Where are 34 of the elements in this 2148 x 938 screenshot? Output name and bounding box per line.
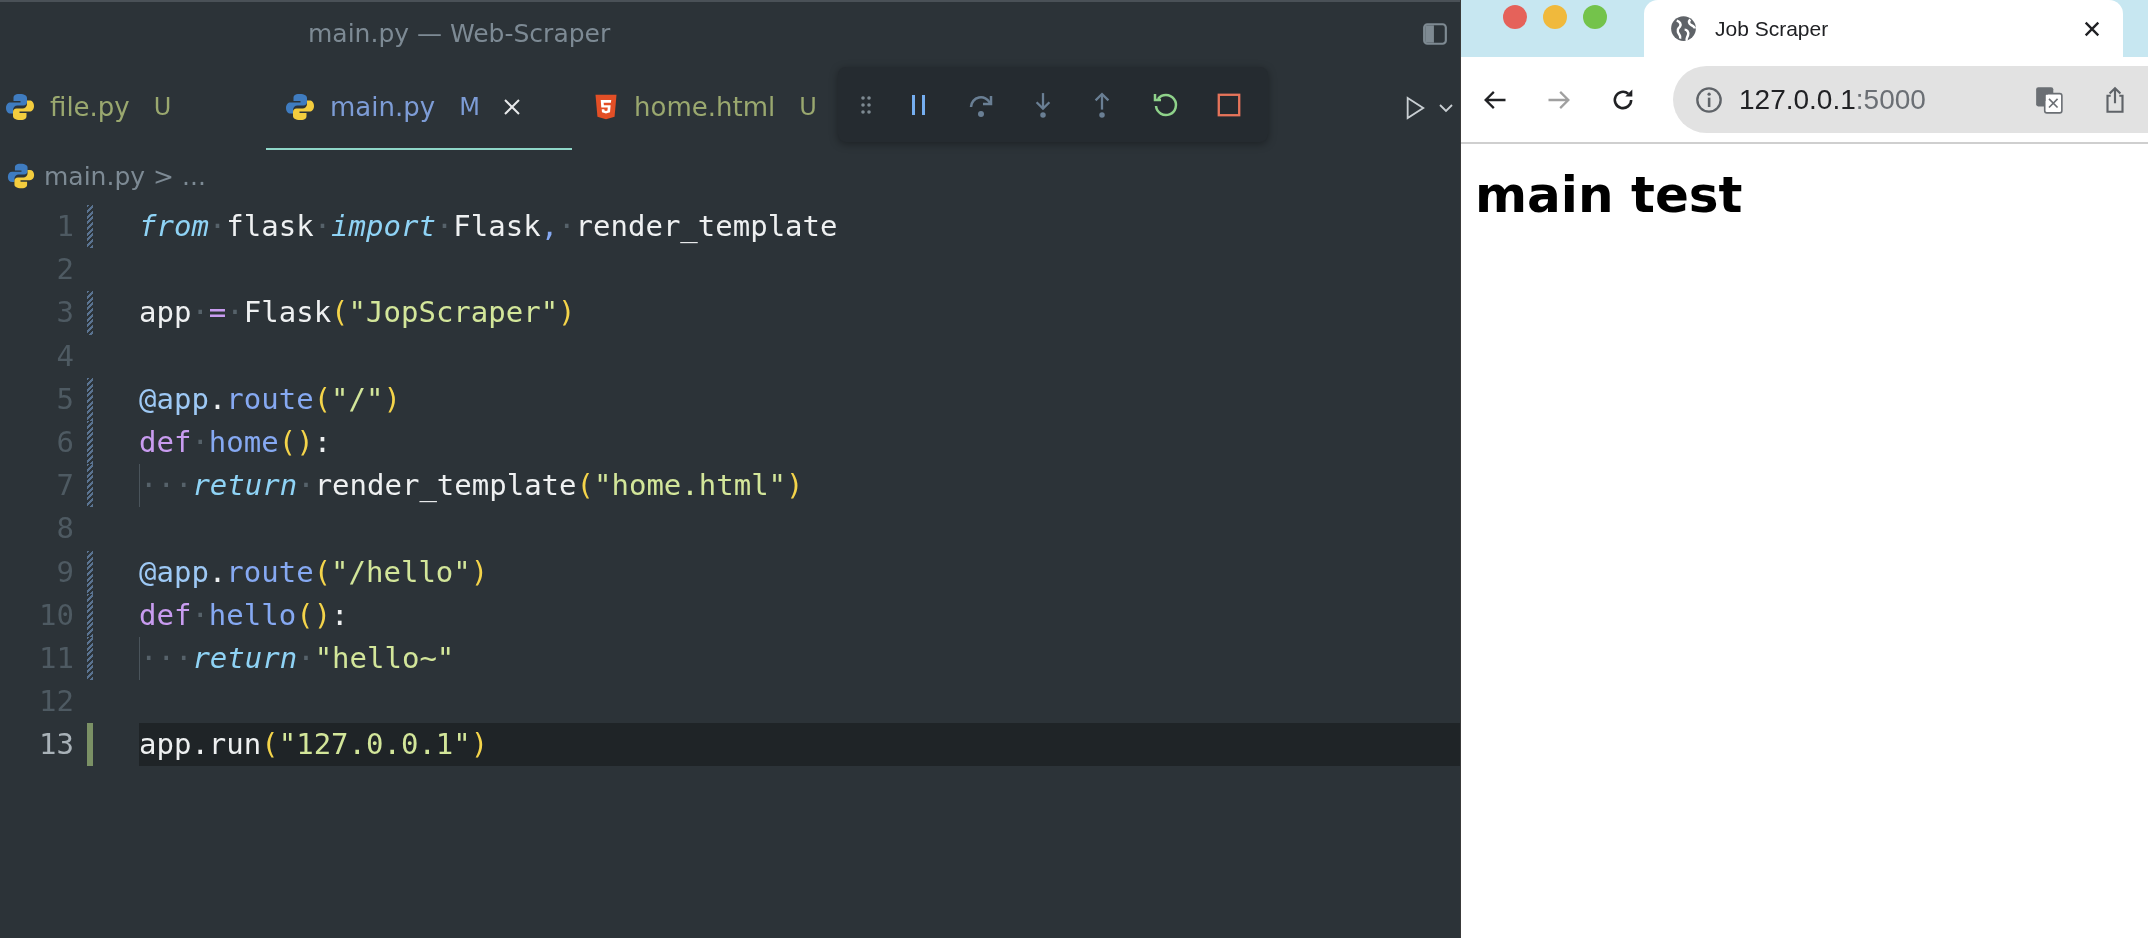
change-marker xyxy=(87,291,93,335)
close-icon[interactable] xyxy=(501,96,522,117)
code-line: ···return·render_template("home.html") xyxy=(139,464,804,508)
line-number: 13 xyxy=(38,726,74,764)
breadcrumb-item[interactable]: main.py xyxy=(44,161,146,191)
editor-tab[interactable]: file.py U xyxy=(0,65,252,150)
window-title: main.py — Web-Scraper xyxy=(308,19,611,48)
drag-handle-icon[interactable] xyxy=(860,94,872,115)
python-file-icon xyxy=(6,161,36,191)
change-marker xyxy=(87,723,93,767)
breadcrumb-separator: > xyxy=(153,161,175,191)
editor-tab[interactable]: main.py M xyxy=(266,65,572,150)
layout-toggle-icon[interactable] xyxy=(1422,20,1448,47)
address-bar[interactable]: 127.0.0.1:5000 xyxy=(1673,66,2148,133)
code-line: def·hello(): xyxy=(139,596,349,634)
info-icon[interactable] xyxy=(1695,85,1723,114)
chevron-down-icon[interactable] xyxy=(1438,102,1454,113)
editor-tab[interactable]: home.html U xyxy=(572,65,835,150)
code-line: from·flask·import·Flask,·render_template xyxy=(139,208,838,245)
page-heading: main test xyxy=(1475,166,1744,224)
close-window-button[interactable] xyxy=(1503,5,1527,29)
breadcrumb-item[interactable]: ... xyxy=(182,161,206,191)
code-line: ···return·"hello~" xyxy=(139,636,455,681)
browser-tab[interactable]: Job Scraper xyxy=(1644,0,2123,57)
globe-icon xyxy=(1670,15,1697,42)
stop-icon[interactable] xyxy=(1215,91,1242,118)
translate-icon[interactable] xyxy=(2034,84,2064,115)
code-line: app·=·Flask("JopScraper") xyxy=(139,294,576,332)
code-line: @app.route("/hello") xyxy=(139,553,489,591)
code-line: @app.route("/") xyxy=(139,380,401,418)
code-line: def·home(): xyxy=(139,423,332,461)
code-line: app.run("127.0.0.1") xyxy=(139,726,489,764)
close-icon[interactable] xyxy=(2083,19,2101,38)
change-marker xyxy=(87,205,93,249)
